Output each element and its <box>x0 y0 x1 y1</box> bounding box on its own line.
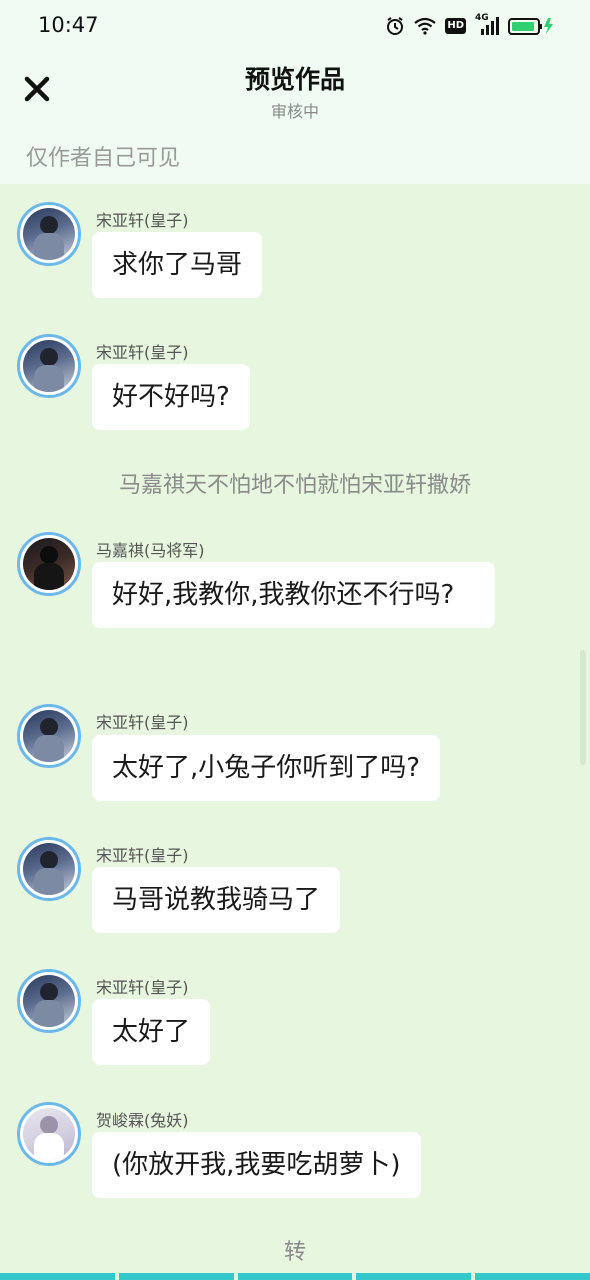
bottom-accent-bar <box>0 1273 590 1280</box>
visibility-note: 仅作者自己可见 <box>26 146 181 171</box>
avatar[interactable] <box>17 837 81 901</box>
4g-signal-icon: 4G <box>475 13 499 36</box>
scrollbar-thumb[interactable] <box>580 650 586 765</box>
message-bubble[interactable]: 太好了 <box>92 999 211 1065</box>
page-title: 预览作品 <box>244 65 345 94</box>
sender-name: 宋亚轩(皇子) <box>96 978 189 997</box>
sender-name: 宋亚轩(皇子) <box>96 713 189 732</box>
message-bubble[interactable]: 好不好吗? <box>92 364 250 430</box>
narration-text: 马嘉祺天不怕地不怕就怕宋亚轩撒娇 <box>118 473 471 498</box>
status-icons: HD 4G <box>385 13 554 38</box>
sender-name: 贺峻霖(兔妖) <box>96 1111 189 1130</box>
message-bubble[interactable]: 马哥说教我骑马了 <box>92 867 341 933</box>
status-bar: 10:47 HD 4G <box>0 0 590 52</box>
avatar[interactable] <box>17 1102 81 1166</box>
sender-name: 宋亚轩(皇子) <box>96 846 189 865</box>
chat-area[interactable]: 宋亚轩(皇子) 求你了马哥 宋亚轩(皇子) 好不好吗? 马嘉祺天不怕地不怕就怕宋… <box>0 184 590 1280</box>
message-bubble[interactable]: (你放开我,我要吃胡萝卜) <box>92 1132 421 1198</box>
message-bubble[interactable]: 求你了马哥 <box>92 232 263 298</box>
avatar[interactable] <box>17 334 81 398</box>
avatar[interactable] <box>17 969 81 1033</box>
status-time: 10:47 <box>38 13 99 37</box>
sender-name: 宋亚轩(皇子) <box>96 211 189 230</box>
alarm-icon <box>385 16 405 36</box>
message-bubble[interactable]: 好好,我教你,我教你还不行吗? <box>92 562 495 628</box>
wifi-icon <box>414 17 437 35</box>
message-bubble[interactable]: 太好了,小兔子你听到了吗? <box>92 735 441 801</box>
avatar[interactable] <box>17 532 81 596</box>
repost-label[interactable]: 转 <box>0 1234 590 1266</box>
avatar[interactable] <box>17 202 81 266</box>
avatar[interactable] <box>17 704 81 768</box>
sender-name: 马嘉祺(马将军) <box>96 541 205 560</box>
hd-icon: HD <box>445 18 466 34</box>
sender-name: 宋亚轩(皇子) <box>96 343 189 362</box>
top-header-area: 10:47 HD 4G 预览作品 审核中 仅作者自己可见 <box>0 0 590 184</box>
review-status: 审核中 <box>270 102 319 121</box>
battery-charging-icon <box>508 16 554 36</box>
